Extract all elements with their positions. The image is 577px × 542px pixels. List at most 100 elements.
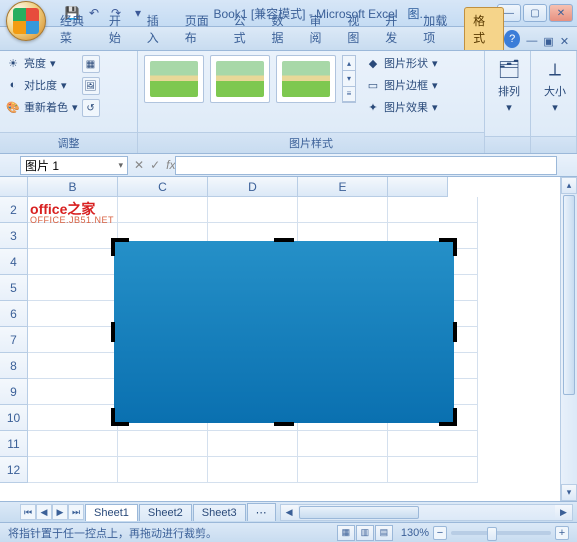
horizontal-scrollbar[interactable]: ◀ ▶ <box>280 504 573 521</box>
column-headers: B C D E <box>28 177 448 197</box>
scroll-thumb[interactable] <box>299 506 419 519</box>
style-gallery[interactable]: ▴▾≡ <box>144 55 356 103</box>
maximize-button[interactable]: ▢ <box>523 4 547 22</box>
select-all-corner[interactable] <box>0 177 28 197</box>
sheet-tab[interactable]: Sheet1 <box>85 504 138 521</box>
scroll-left-icon[interactable]: ◀ <box>281 505 298 520</box>
new-sheet-icon[interactable]: ⋯ <box>247 503 276 521</box>
group-adjust: ☀亮度 ▾ ◐对比度 ▾ 🎨重新着色 ▾ ▦ 🖼 ↺ 调整 <box>0 51 138 153</box>
col-header[interactable]: D <box>208 177 298 197</box>
row-header[interactable]: 12 <box>0 457 28 483</box>
group-label-styles: 图片样式 <box>138 132 484 153</box>
sheet-tabs-bar: ⏮ ◀ ▶ ⏭ Sheet1 Sheet2 Sheet3 ⋯ ◀ ▶ <box>0 501 577 522</box>
picture-effects-button[interactable]: ✦图片效果 ▾ <box>366 99 438 115</box>
vertical-scrollbar[interactable]: ▴ ▾ <box>560 177 577 501</box>
crop-handle-bl[interactable] <box>111 408 129 426</box>
arrange-button[interactable]: 🗂排列▾ <box>491 55 527 116</box>
brightness-button[interactable]: ☀亮度 ▾ <box>6 55 78 71</box>
tab-insert[interactable]: 插入 <box>139 8 177 50</box>
row-header[interactable]: 2 <box>0 197 28 223</box>
reset-picture-icon[interactable]: ↺ <box>82 99 100 117</box>
scroll-up-icon[interactable]: ▴ <box>561 177 577 194</box>
row-header[interactable]: 8 <box>0 353 28 379</box>
tab-review[interactable]: 审阅 <box>301 8 339 50</box>
help-icon[interactable]: ? <box>504 30 520 48</box>
recolor-button[interactable]: 🎨重新着色 ▾ <box>6 99 78 115</box>
sheet-tab[interactable]: Sheet3 <box>193 504 246 521</box>
view-normal-icon[interactable]: ▦ <box>337 525 355 541</box>
change-picture-icon[interactable]: 🖼 <box>82 77 100 95</box>
tab-nav-last-icon[interactable]: ⏭ <box>68 504 84 520</box>
crop-icon: ⟂ <box>541 57 569 81</box>
name-box[interactable]: 图片 1▾ <box>20 156 128 175</box>
scroll-right-icon[interactable]: ▶ <box>555 505 572 520</box>
effects-icon: ✦ <box>366 100 380 114</box>
zoom-in-button[interactable]: + <box>555 526 569 540</box>
tab-formulas[interactable]: 公式 <box>226 8 264 50</box>
crop-handle-r[interactable] <box>453 322 457 342</box>
view-pagebreak-icon[interactable]: ▤ <box>375 525 393 541</box>
tab-developer[interactable]: 开发 <box>377 8 415 50</box>
row-header[interactable]: 7 <box>0 327 28 353</box>
status-text: 将指针置于任一控点上，再拖动进行裁剪。 <box>8 525 337 541</box>
col-header[interactable] <box>388 177 448 197</box>
crop-handle-t[interactable] <box>274 238 294 242</box>
crop-handle-l[interactable] <box>111 322 115 342</box>
row-header[interactable]: 9 <box>0 379 28 405</box>
cancel-icon[interactable]: ✕ <box>134 158 144 172</box>
style-thumb[interactable] <box>210 55 270 103</box>
size-button[interactable]: ⟂大小▾ <box>537 55 573 116</box>
inner-minimize-icon[interactable]: — <box>526 35 537 48</box>
contrast-icon: ◐ <box>6 78 20 92</box>
col-header[interactable]: C <box>118 177 208 197</box>
inner-close-icon[interactable]: ✕ <box>560 35 569 48</box>
col-header[interactable]: B <box>28 177 118 197</box>
view-layout-icon[interactable]: ▥ <box>356 525 374 541</box>
row-header[interactable]: 6 <box>0 301 28 327</box>
group-size: ⟂大小▾ <box>531 51 577 153</box>
tab-data[interactable]: 数据 <box>264 8 302 50</box>
selected-picture[interactable] <box>114 241 454 423</box>
crop-handle-b[interactable] <box>274 422 294 426</box>
formula-bar[interactable] <box>175 156 557 175</box>
window-controls: — ▢ ✕ <box>497 4 573 22</box>
picture-shape-button[interactable]: ◆图片形状 ▾ <box>366 55 438 71</box>
crop-handle-tl[interactable] <box>111 238 129 256</box>
style-thumb[interactable] <box>276 55 336 103</box>
tab-home[interactable]: 开始 <box>101 8 139 50</box>
row-header[interactable]: 3 <box>0 223 28 249</box>
style-thumb[interactable] <box>144 55 204 103</box>
close-button[interactable]: ✕ <box>549 4 573 22</box>
tab-nav-first-icon[interactable]: ⏮ <box>20 504 36 520</box>
tab-pagelayout[interactable]: 页面布 <box>177 8 226 50</box>
zoom-slider[interactable] <box>451 531 551 535</box>
tab-addins[interactable]: 加载项 <box>415 8 464 50</box>
row-header[interactable]: 5 <box>0 275 28 301</box>
tab-nav-prev-icon[interactable]: ◀ <box>36 504 52 520</box>
row-header[interactable]: 11 <box>0 431 28 457</box>
scroll-thumb[interactable] <box>563 195 575 395</box>
row-header[interactable]: 4 <box>0 249 28 275</box>
scroll-down-icon[interactable]: ▾ <box>561 484 577 501</box>
gallery-more-icon[interactable]: ▴▾≡ <box>342 55 356 103</box>
crop-handle-br[interactable] <box>439 408 457 426</box>
enter-icon[interactable]: ✓ <box>150 158 160 172</box>
fx-icon[interactable]: fx <box>166 158 175 172</box>
picture-border-button[interactable]: ▭图片边框 ▾ <box>366 77 438 93</box>
office-button[interactable] <box>6 1 46 41</box>
tab-nav-next-icon[interactable]: ▶ <box>52 504 68 520</box>
crop-handle-tr[interactable] <box>439 238 457 256</box>
compress-icon[interactable]: ▦ <box>82 55 100 73</box>
tab-format[interactable]: 格式 <box>464 7 504 50</box>
zoom-level[interactable]: 130% <box>401 527 429 539</box>
formula-bar-row: 图片 1▾ ✕ ✓ fx <box>0 154 577 177</box>
col-header[interactable]: E <box>298 177 388 197</box>
row-header[interactable]: 10 <box>0 405 28 431</box>
inner-restore-icon[interactable]: ▣ <box>543 35 553 48</box>
tab-classic[interactable]: 经典菜 <box>52 8 101 50</box>
sheet-tab[interactable]: Sheet2 <box>139 504 192 521</box>
contrast-button[interactable]: ◐对比度 ▾ <box>6 77 78 93</box>
ribbon: ☀亮度 ▾ ◐对比度 ▾ 🎨重新着色 ▾ ▦ 🖼 ↺ 调整 ▴▾≡ ◆图片形状 … <box>0 51 577 154</box>
zoom-out-button[interactable]: − <box>433 526 447 540</box>
tab-view[interactable]: 视图 <box>339 8 377 50</box>
